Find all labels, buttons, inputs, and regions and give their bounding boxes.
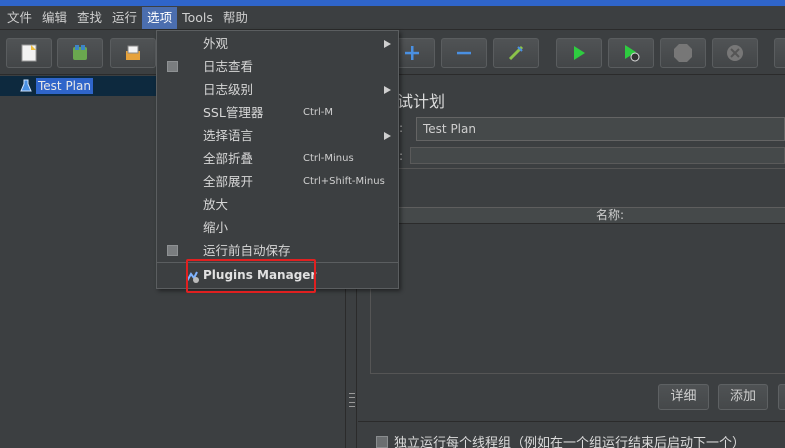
new-file-icon bbox=[21, 44, 37, 62]
menubar: 文件 编辑 查找 运行 选项 Tools 帮助 bbox=[0, 6, 785, 30]
menu-item-choose-language[interactable]: 选择语言 bbox=[157, 124, 398, 147]
menu-edit[interactable]: 编辑 bbox=[37, 7, 72, 29]
submenu-arrow-icon bbox=[384, 86, 391, 94]
comment-field[interactable] bbox=[410, 147, 785, 164]
menu-item-ssl-manager[interactable]: SSL管理器 Ctrl-M bbox=[157, 101, 398, 124]
menu-search[interactable]: 查找 bbox=[72, 7, 107, 29]
comment-label-colon: : bbox=[399, 149, 404, 163]
red-highlight-annotation bbox=[186, 259, 316, 293]
wand-icon bbox=[508, 45, 524, 61]
menu-tools[interactable]: Tools bbox=[177, 7, 218, 29]
name-label-colon: : bbox=[399, 121, 404, 135]
menu-item-zoom-out[interactable]: 缩小 bbox=[157, 216, 398, 239]
minus-icon bbox=[457, 51, 471, 55]
new-button[interactable] bbox=[6, 38, 52, 68]
more-button[interactable] bbox=[778, 384, 785, 410]
start-no-pause-button[interactable] bbox=[608, 38, 654, 68]
add-button[interactable]: 添加 bbox=[718, 384, 768, 410]
detail-button[interactable]: 详细 bbox=[658, 384, 709, 410]
templates-icon bbox=[73, 45, 87, 60]
menu-checkbox[interactable] bbox=[167, 245, 178, 256]
menu-run[interactable]: 运行 bbox=[107, 7, 142, 29]
menu-file[interactable]: 文件 bbox=[2, 7, 37, 29]
checkbox-label: 独立运行每个线程组（例如在一个组运行结束后启动下一个） bbox=[394, 436, 746, 448]
submenu-arrow-icon bbox=[384, 40, 391, 48]
menu-help[interactable]: 帮助 bbox=[218, 7, 253, 29]
open-folder-icon bbox=[126, 45, 140, 60]
play-icon bbox=[574, 46, 585, 60]
plus-icon bbox=[405, 46, 419, 60]
shutdown-icon bbox=[727, 45, 743, 61]
menu-item-look-and-feel[interactable]: 外观 bbox=[157, 32, 398, 55]
stop-icon bbox=[674, 44, 692, 62]
run-thread-groups-consecutively[interactable]: 独立运行每个线程组（例如在一个组运行结束后启动下一个） bbox=[376, 432, 745, 448]
shutdown-button[interactable] bbox=[712, 38, 758, 68]
play-no-timer-icon bbox=[625, 45, 640, 62]
options-dropdown-menu: 外观 日志查看 日志级别 SSL管理器 Ctrl-M 选择语言 全部折叠 Ctr… bbox=[156, 30, 399, 289]
more-toolbar-button[interactable] bbox=[774, 38, 785, 68]
toggle-button[interactable] bbox=[493, 38, 539, 68]
variables-table[interactable] bbox=[370, 224, 785, 374]
variables-table-header: 名称: bbox=[399, 207, 785, 224]
open-button[interactable] bbox=[110, 38, 156, 68]
menu-item-expand-all[interactable]: 全部展开 Ctrl+Shift-Minus bbox=[157, 170, 398, 193]
templates-button[interactable] bbox=[57, 38, 103, 68]
tree-node-label: Test Plan bbox=[36, 78, 93, 94]
divider bbox=[358, 421, 785, 422]
menu-options[interactable]: 选项 bbox=[142, 6, 178, 29]
menu-item-zoom-in[interactable]: 放大 bbox=[157, 193, 398, 216]
name-field[interactable]: Test Plan bbox=[416, 117, 785, 141]
collapse-button[interactable] bbox=[441, 38, 487, 68]
shortcut-label: Ctrl-Minus bbox=[303, 153, 354, 164]
menu-item-log-viewer[interactable]: 日志查看 bbox=[157, 55, 398, 78]
user-variables-group bbox=[370, 168, 785, 206]
stop-button[interactable] bbox=[660, 38, 706, 68]
column-name-header: 名称: bbox=[596, 208, 625, 222]
menu-checkbox[interactable] bbox=[167, 61, 178, 72]
menu-item-log-level[interactable]: 日志级别 bbox=[157, 78, 398, 101]
submenu-arrow-icon bbox=[384, 132, 391, 140]
flask-icon bbox=[20, 79, 32, 92]
shortcut-label: Ctrl+Shift-Minus bbox=[303, 176, 385, 187]
shortcut-label: Ctrl-M bbox=[303, 107, 334, 118]
menu-item-collapse-all[interactable]: 全部折叠 Ctrl-Minus bbox=[157, 147, 398, 170]
page-title: 试计划 bbox=[397, 92, 446, 111]
splitter-grip-icon[interactable] bbox=[349, 393, 355, 407]
start-button[interactable] bbox=[556, 38, 602, 68]
checkbox[interactable] bbox=[376, 435, 388, 448]
